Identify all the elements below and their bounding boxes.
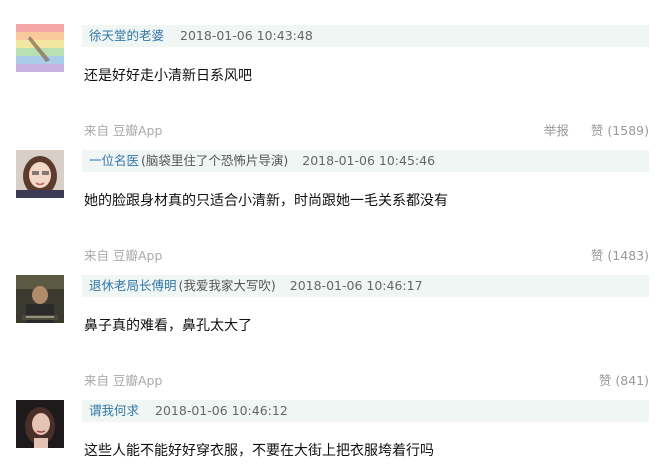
comment-content: 这些人能不能好好穿衣服，不要在大街上把衣服垮着行吗 <box>84 443 434 459</box>
username-link[interactable]: 谓我何求 <box>89 403 139 418</box>
like-button[interactable]: 赞 (1589) <box>591 123 649 138</box>
comment-content: 还是好好走小清新日系风吧 <box>84 68 252 84</box>
username-link[interactable]: 徐天堂的老婆 <box>89 28 164 43</box>
username-link[interactable]: 退休老局长傅明 <box>89 278 177 293</box>
comment-source: 来自 豆瓣App <box>84 123 163 138</box>
like-label: 赞 <box>598 373 612 388</box>
comment-time: 2018-01-06 10:45:46 <box>302 153 436 168</box>
comment-footer: 来自 豆瓣App 赞 (841) <box>84 372 649 390</box>
user-signature: (我爱我家大写吹) <box>178 278 276 293</box>
like-count: (841) <box>615 373 649 388</box>
user-signature: (脑袋里住了个恐怖片导演) <box>141 153 289 168</box>
avatar[interactable] <box>16 24 64 72</box>
comment-source: 来自 豆瓣App <box>84 373 163 388</box>
comment-footer: 来自 豆瓣App 举报 赞 (1589) <box>84 122 649 140</box>
comment-actions: 赞 (841) <box>599 372 649 390</box>
comment-meta-bar: 徐天堂的老婆 2018-01-06 10:43:48 <box>82 25 649 47</box>
avatar[interactable] <box>16 275 64 323</box>
like-count: (1589) <box>607 123 649 138</box>
avatar[interactable] <box>16 150 64 198</box>
comment-content: 鼻子真的难看，鼻孔太大了 <box>84 318 252 334</box>
comment-time: 2018-01-06 10:43:48 <box>180 28 313 43</box>
comment-time: 2018-01-06 10:46:12 <box>155 403 288 418</box>
comment-footer: 来自 豆瓣App 赞 (1483) <box>84 247 649 265</box>
like-button[interactable]: 赞 (841) <box>599 373 649 388</box>
comment-actions: 举报 赞 (1589) <box>544 122 649 140</box>
comment-meta-bar: 一位名医 (脑袋里住了个恐怖片导演) 2018-01-06 10:45:46 <box>82 150 649 172</box>
like-button[interactable]: 赞 (1483) <box>591 248 649 263</box>
comment-content: 她的脸跟身材真的只适合小清新，时尚跟她一毛关系都没有 <box>84 193 448 209</box>
like-label: 赞 <box>590 248 604 263</box>
like-count: (1483) <box>607 248 649 263</box>
like-label: 赞 <box>590 123 604 138</box>
comment-source: 来自 豆瓣App <box>84 248 163 263</box>
username-link[interactable]: 一位名医 <box>89 153 139 168</box>
comment-actions: 赞 (1483) <box>591 247 649 265</box>
comment-meta-bar: 谓我何求 2018-01-06 10:46:12 <box>82 400 649 422</box>
report-button[interactable]: 举报 <box>544 123 569 138</box>
comment-time: 2018-01-06 10:46:17 <box>289 278 423 293</box>
avatar[interactable] <box>16 400 64 448</box>
comment-meta-bar: 退休老局长傅明 (我爱我家大写吹) 2018-01-06 10:46:17 <box>82 275 649 297</box>
